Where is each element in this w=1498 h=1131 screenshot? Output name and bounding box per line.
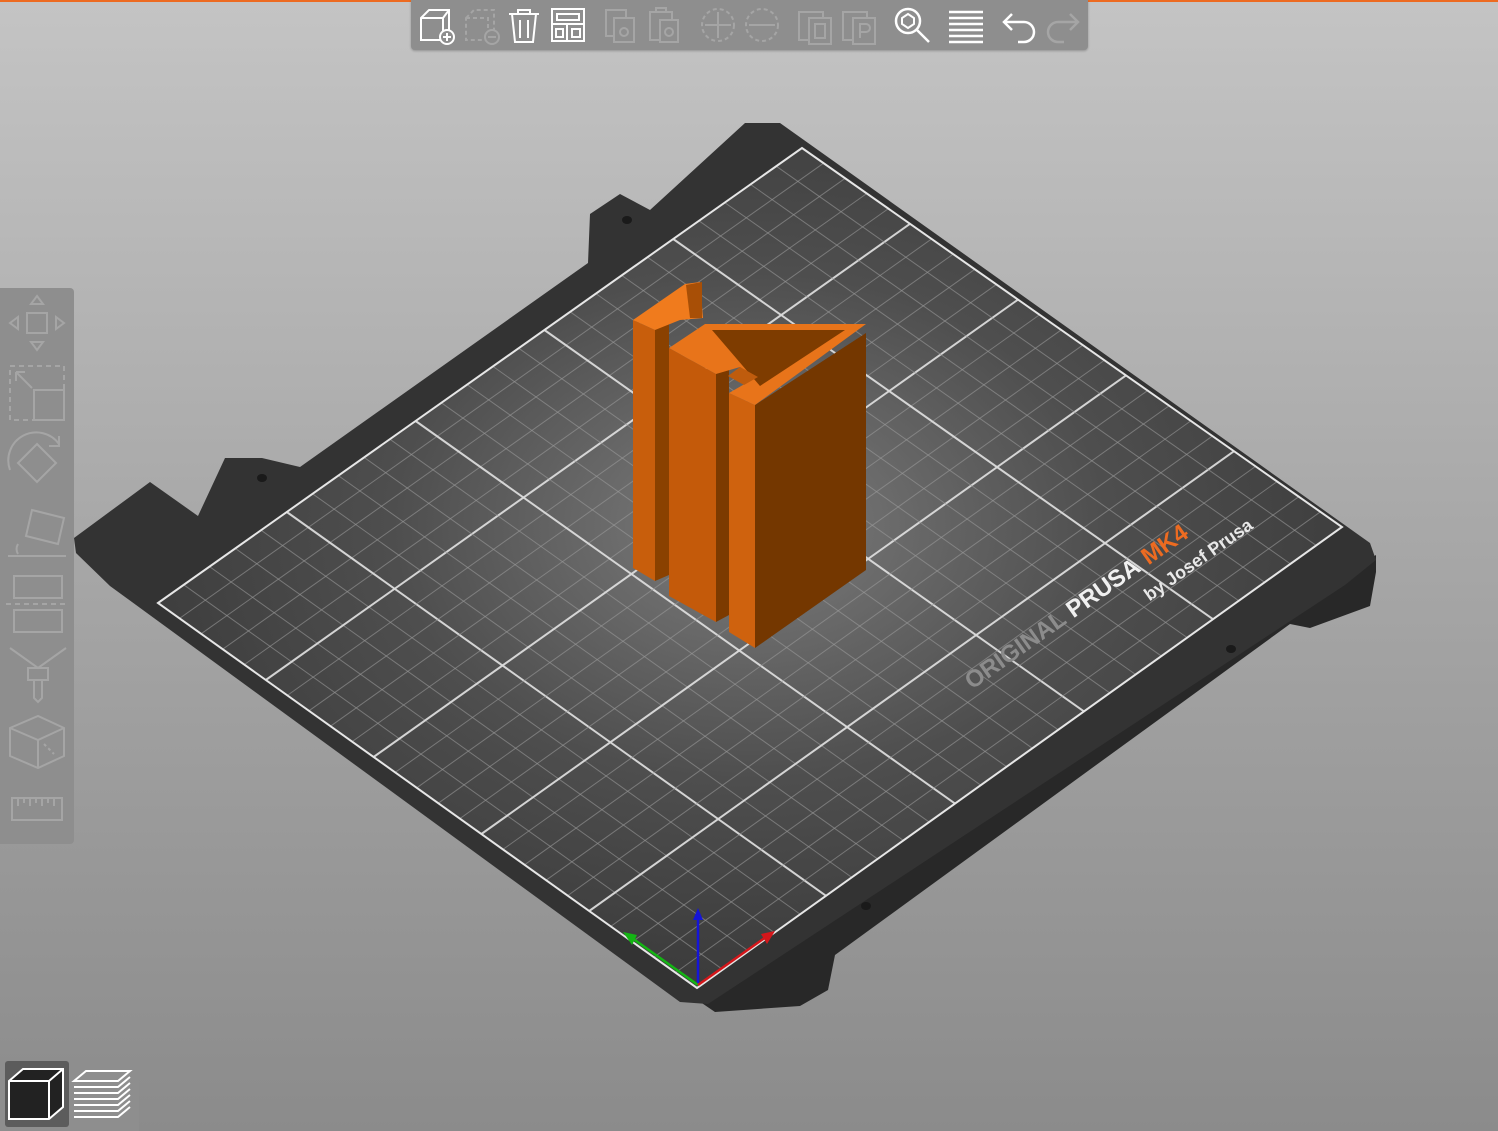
top-toolbar: [411, 0, 1088, 50]
add-icon[interactable]: [415, 4, 457, 46]
search-icon[interactable]: [891, 4, 933, 46]
3d-view-icon[interactable]: [5, 1061, 69, 1127]
place-on-face-icon[interactable]: [4, 500, 70, 566]
rotate-icon[interactable]: [4, 430, 70, 496]
undo-icon[interactable]: [998, 4, 1040, 46]
remove-instance-icon[interactable]: [741, 4, 783, 46]
left-toolbar: [0, 288, 74, 844]
mount-hole: [622, 216, 632, 224]
delete-icon[interactable]: [460, 4, 502, 46]
move-icon[interactable]: [4, 290, 70, 356]
cut-icon[interactable]: [4, 570, 70, 636]
layers-editing-icon[interactable]: [945, 4, 987, 46]
split-to-objects-icon[interactable]: [795, 4, 837, 46]
copy-icon[interactable]: [600, 4, 642, 46]
mount-hole: [1226, 645, 1236, 653]
arrange-icon[interactable]: [547, 4, 589, 46]
view-toggle: [0, 1057, 139, 1131]
delete-all-icon[interactable]: [503, 4, 545, 46]
preview-layers-icon[interactable]: [70, 1061, 134, 1127]
add-instance-icon[interactable]: [697, 4, 739, 46]
paste-icon[interactable]: [644, 4, 686, 46]
scale-icon[interactable]: [4, 360, 70, 426]
paint-icon[interactable]: [4, 640, 70, 706]
mount-hole: [257, 474, 267, 482]
3d-scene-canvas[interactable]: ORIGINAL PRUSA MK4 by Josef Prusa: [0, 0, 1498, 1131]
measure-icon[interactable]: [4, 780, 70, 846]
split-to-parts-icon[interactable]: [839, 4, 881, 46]
seam-icon[interactable]: [4, 710, 70, 776]
mount-hole: [861, 902, 871, 910]
redo-icon[interactable]: [1042, 4, 1084, 46]
